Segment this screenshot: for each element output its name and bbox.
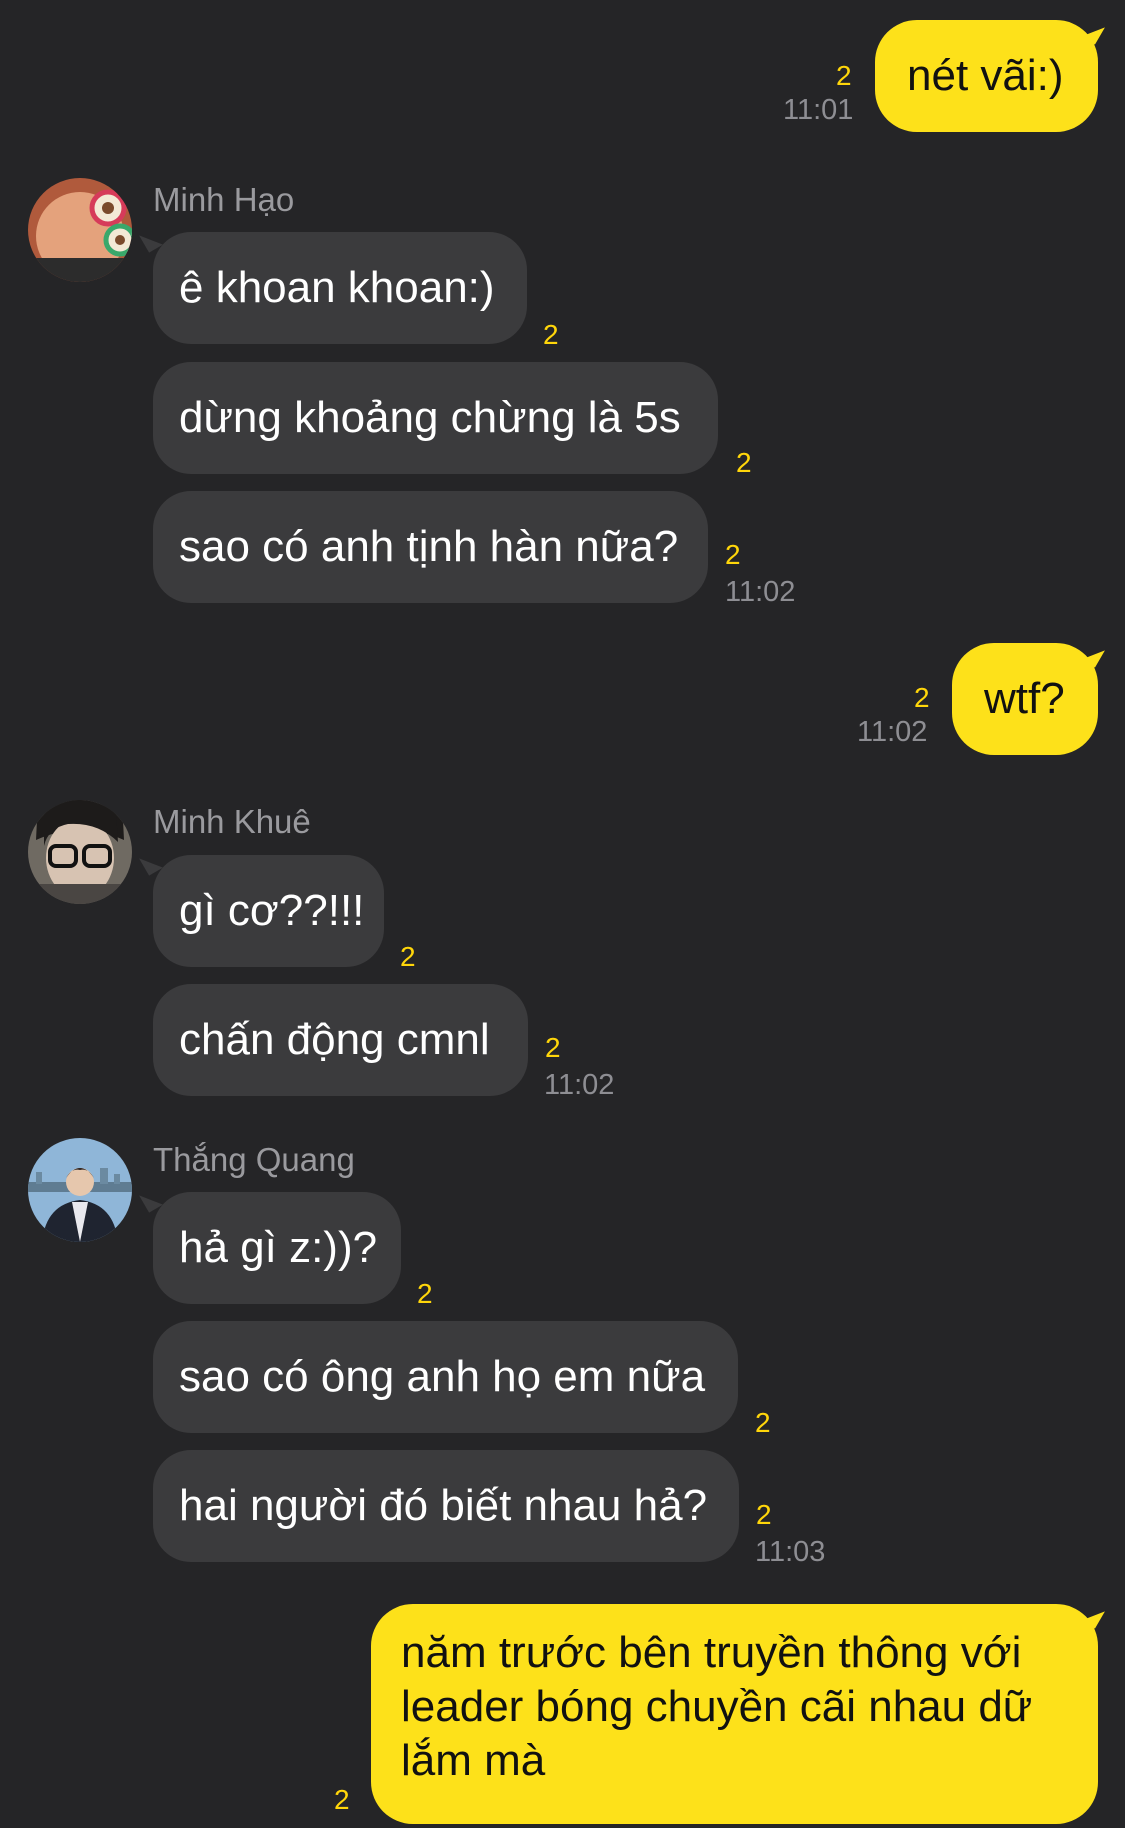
outgoing-message[interactable]: wtf? — [952, 643, 1098, 755]
avatar-cityscape-icon — [28, 1138, 132, 1242]
read-count: 2 — [400, 941, 416, 972]
outgoing-message[interactable]: năm trước bên truyền thông với leader bó… — [371, 1604, 1098, 1824]
read-count: 2 — [543, 319, 559, 350]
sender-name: Minh Hạo — [153, 181, 295, 218]
message-time: 11:01 — [783, 94, 854, 126]
incoming-message[interactable]: hả gì z:))? — [153, 1192, 401, 1304]
sender-name: Thắng Quang — [153, 1141, 355, 1178]
incoming-message[interactable]: ê khoan khoan:) — [153, 232, 527, 344]
outgoing-message[interactable]: nét vãi:) — [875, 20, 1098, 132]
message-time: 11:02 — [725, 576, 796, 608]
incoming-message[interactable]: dừng khoảng chừng là 5s — [153, 362, 718, 474]
read-count: 2 — [334, 1784, 350, 1815]
sender-name: Minh Khuê — [153, 803, 311, 840]
message-time: 11:02 — [544, 1069, 615, 1101]
message-time: 11:02 — [857, 716, 928, 748]
incoming-message[interactable]: sao có anh tịnh hàn nữa? — [153, 491, 708, 603]
avatar[interactable] — [28, 800, 132, 904]
incoming-message[interactable]: hai người đó biết nhau hả? — [153, 1450, 739, 1562]
read-count: 2 — [914, 682, 930, 713]
incoming-message[interactable]: gì cơ??!!! — [153, 855, 384, 967]
message-line: lắm mà — [401, 1736, 546, 1785]
avatar[interactable] — [28, 1138, 132, 1242]
read-count: 2 — [725, 539, 741, 570]
read-count: 2 — [755, 1407, 771, 1438]
incoming-message[interactable]: chấn động cmnl — [153, 984, 528, 1096]
avatar-sunglasses-icon — [28, 178, 132, 282]
read-count: 2 — [736, 447, 752, 478]
message-time: 11:03 — [755, 1536, 826, 1568]
message-line: leader bóng chuyền cãi nhau dữ — [401, 1682, 1033, 1731]
incoming-message[interactable]: sao có ông anh họ em nữa — [153, 1321, 738, 1433]
read-count: 2 — [756, 1499, 772, 1530]
read-count: 2 — [836, 60, 852, 91]
avatar-glasses-icon — [28, 800, 132, 904]
read-count: 2 — [417, 1278, 433, 1309]
message-line: năm trước bên truyền thông với — [401, 1628, 1022, 1677]
read-count: 2 — [545, 1032, 561, 1063]
avatar[interactable] — [28, 178, 132, 282]
